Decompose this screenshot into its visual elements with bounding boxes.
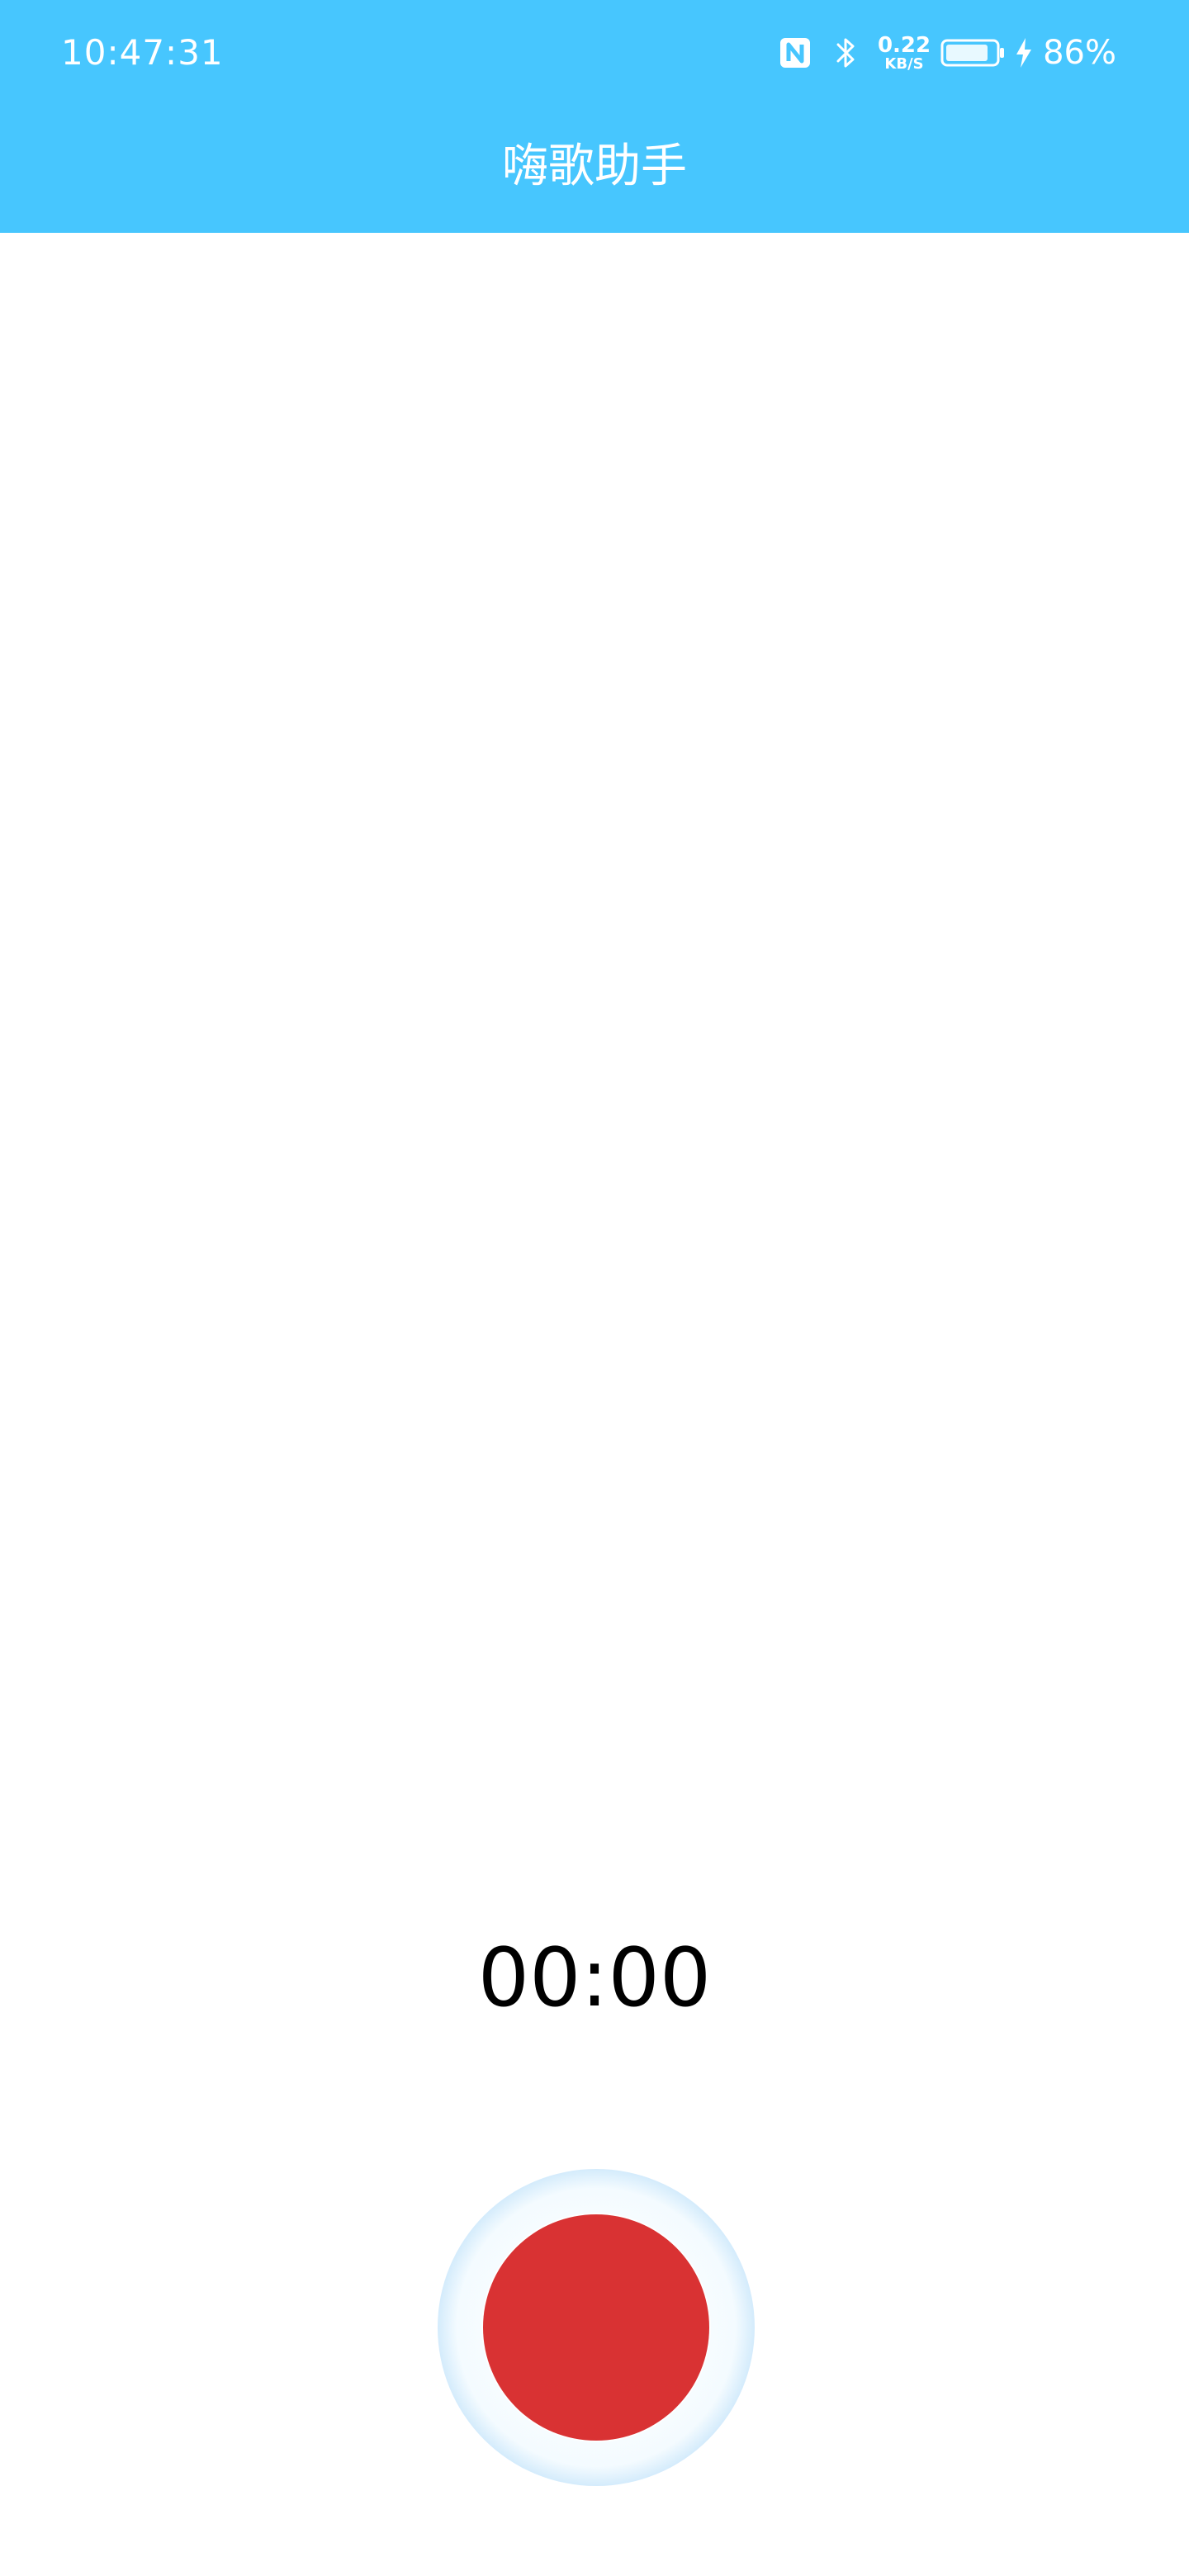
network-speed-unit: KB/S — [884, 54, 924, 73]
network-speed-value: 0.22 — [877, 32, 931, 58]
battery-fill — [946, 45, 988, 61]
recording-timer: 00:00 — [477, 1931, 712, 2025]
battery-percent: 86% — [1043, 34, 1116, 72]
bluetooth-icon — [836, 38, 855, 68]
status-time: 10:47:31 — [61, 32, 224, 73]
nfc-icon — [779, 38, 810, 68]
status-icons: 0.22 KB/S 86% — [779, 31, 1116, 74]
charging-icon — [1016, 38, 1032, 68]
app-header: 10:47:31 0.22 KB/S 86% 嗨歌助手 — [0, 0, 1189, 233]
battery-icon — [940, 39, 1005, 67]
record-button-core[interactable] — [483, 2214, 709, 2441]
status-bar: 10:47:31 0.22 KB/S 86% — [0, 0, 1189, 107]
record-button[interactable] — [438, 2169, 755, 2486]
page-title: 嗨歌助手 — [502, 140, 687, 193]
network-speed: 0.22 KB/S — [878, 35, 931, 72]
